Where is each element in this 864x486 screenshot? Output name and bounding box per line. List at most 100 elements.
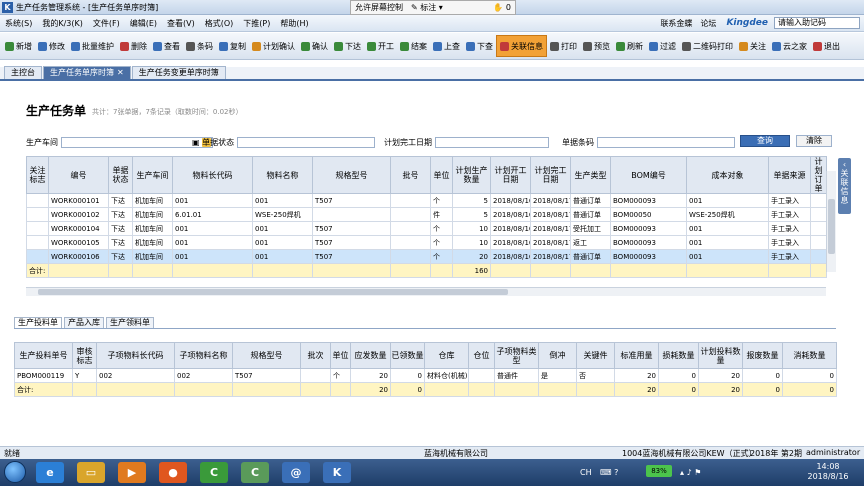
column-header[interactable]: 计划生产数量 xyxy=(452,156,491,194)
table-cell[interactable]: 下达 xyxy=(108,235,133,250)
table-cell[interactable]: 001 xyxy=(252,221,313,236)
subtab-picking-list[interactable]: 生产领料单 xyxy=(106,317,154,328)
table-cell[interactable]: 2018/08/17 xyxy=(530,249,571,264)
toolbar-follow-button[interactable]: 关注 xyxy=(736,35,769,57)
media-player-icon[interactable]: ▶ xyxy=(118,462,146,483)
table-cell[interactable]: 普通订单 xyxy=(570,249,611,264)
table-cell[interactable]: BOM00050 xyxy=(610,207,687,222)
table-cell[interactable]: 手工录入 xyxy=(768,249,811,264)
column-header[interactable]: 消耗数量 xyxy=(782,342,837,369)
column-header[interactable]: 批号 xyxy=(390,156,431,194)
table-cell[interactable]: WORK000104 xyxy=(48,221,109,236)
column-header[interactable]: 计划订单 xyxy=(810,156,827,194)
ie-icon[interactable]: e xyxy=(36,462,64,483)
column-header[interactable]: 倒冲 xyxy=(538,342,577,369)
column-header[interactable]: 损耗数量 xyxy=(658,342,699,369)
menu-help[interactable]: 帮助(H) xyxy=(275,18,313,29)
table-cell[interactable]: 手工录入 xyxy=(768,221,811,236)
table-cell[interactable]: 0 xyxy=(782,368,837,383)
system-clock[interactable]: 14:08 2018/8/16 xyxy=(800,462,856,482)
table-cell[interactable]: 2018/08/16 xyxy=(490,193,531,208)
column-header[interactable]: 关键件 xyxy=(576,342,615,369)
column-header[interactable]: 规格型号 xyxy=(232,342,301,369)
table-cell[interactable]: WSE-250焊机 xyxy=(252,207,313,222)
table-cell[interactable]: WORK000105 xyxy=(48,235,109,250)
table-cell[interactable]: 5 xyxy=(452,193,491,208)
table-cell[interactable]: 001 xyxy=(686,235,769,250)
toolbar-barcode-button[interactable]: 条码 xyxy=(183,35,216,57)
toolbar-edit-button[interactable]: 修改 xyxy=(35,35,68,57)
toolbar-cloud-button[interactable]: 云之家 xyxy=(769,35,810,57)
table-row[interactable]: WORK000101 下达 机加车间 001 001 T507 个 5 2018/08/16 20… xyxy=(26,193,827,208)
gesture-button[interactable]: ✎ 标注 ▾ xyxy=(407,2,447,13)
start-button[interactable] xyxy=(4,461,26,483)
toolbar-copy-button[interactable]: 复制 xyxy=(216,35,249,57)
toolbar-filter-button[interactable]: 过滤 xyxy=(646,35,679,57)
toolbar-up-query-button[interactable]: 上查 xyxy=(430,35,463,57)
menu-system[interactable]: 系统(S) xyxy=(0,18,37,29)
table-row[interactable]: PBOM000119 Y 002 002 T507 个 20 0 材料仓(机械) 普通件是否 20 0… xyxy=(14,368,837,383)
column-header[interactable]: 生产车间 xyxy=(132,156,173,194)
table-cell[interactable]: 否 xyxy=(576,368,615,383)
column-header[interactable]: 物料长代码 xyxy=(172,156,253,194)
table-cell[interactable]: 10 xyxy=(452,221,491,236)
table-cell[interactable] xyxy=(810,249,827,264)
column-header[interactable]: BOM编号 xyxy=(610,156,687,194)
raise-hand-button[interactable]: ✋ 0 xyxy=(493,3,515,12)
toolbar-new-button[interactable]: 新增 xyxy=(2,35,35,57)
toolbar-release-button[interactable]: 下达 xyxy=(331,35,364,57)
table-cell[interactable]: 001 xyxy=(686,193,769,208)
table-cell[interactable]: T507 xyxy=(312,193,391,208)
table-cell[interactable]: T507 xyxy=(312,249,391,264)
table-cell[interactable]: 2018/08/16 xyxy=(490,221,531,236)
table-cell[interactable] xyxy=(810,221,827,236)
table-cell[interactable]: T507 xyxy=(312,221,391,236)
toolbar-confirm-button[interactable]: 确认 xyxy=(298,35,331,57)
toolbar-view-button[interactable]: 查看 xyxy=(150,35,183,57)
mail-icon[interactable]: @ xyxy=(282,462,310,483)
table-cell[interactable]: 001 xyxy=(172,221,253,236)
table-cell[interactable]: 件 xyxy=(430,207,453,222)
table-row[interactable]: WORK000106 下达 机加车间 001 001 T507 个 20 2018/08/16 2… xyxy=(26,249,827,264)
table-cell[interactable] xyxy=(26,235,49,250)
table-cell[interactable]: 2018/08/17 xyxy=(530,221,571,236)
tab-change-order-list[interactable]: 生产任务变更单序时簿 xyxy=(131,66,226,79)
table-cell[interactable]: 20 xyxy=(452,249,491,264)
column-header[interactable]: 计划开工日期 xyxy=(490,156,531,194)
table-cell[interactable]: 返工 xyxy=(570,235,611,250)
table-cell[interactable]: 001 xyxy=(172,193,253,208)
column-header[interactable]: 关注标志 xyxy=(26,156,49,194)
table-cell[interactable] xyxy=(390,221,431,236)
table-cell[interactable]: 002 xyxy=(96,368,175,383)
battery-indicator[interactable]: 83% xyxy=(646,465,672,477)
table-cell[interactable] xyxy=(468,368,495,383)
table-cell[interactable]: 2018/08/16 xyxy=(490,235,531,250)
table-cell[interactable]: WORK000106 xyxy=(48,249,109,264)
column-header[interactable]: 仓位 xyxy=(468,342,495,369)
table-cell[interactable]: PBOM000119 xyxy=(14,368,73,383)
column-header[interactable]: 标准用量 xyxy=(614,342,659,369)
toolbar-link-info-button[interactable]: 关联信息 xyxy=(496,35,547,57)
main-table-vscroll[interactable] xyxy=(826,171,836,272)
workshop-input[interactable] xyxy=(61,136,213,148)
toolbar-print-button[interactable]: 打印 xyxy=(547,35,580,57)
column-header[interactable]: 计划投料数量 xyxy=(698,342,743,369)
table-cell[interactable]: 手工录入 xyxy=(768,207,811,222)
table-cell[interactable]: 001 xyxy=(252,249,313,264)
column-header[interactable]: 生产投料单号 xyxy=(14,342,73,369)
table-cell[interactable]: 20 xyxy=(698,368,743,383)
table-cell[interactable]: BOM000093 xyxy=(610,193,687,208)
column-header[interactable]: 报废数量 xyxy=(742,342,783,369)
table-cell[interactable]: 10 xyxy=(452,235,491,250)
table-cell[interactable] xyxy=(390,249,431,264)
column-header[interactable]: 子项物料类型 xyxy=(494,342,539,369)
column-header[interactable]: 编号 xyxy=(48,156,109,194)
table-cell[interactable]: 5 xyxy=(452,207,491,222)
subtab-material-issue[interactable]: 生产投料单 xyxy=(14,317,62,328)
table-cell[interactable]: 个 xyxy=(330,368,351,383)
plan-finish-input[interactable] xyxy=(435,136,549,148)
table-cell[interactable]: 001 xyxy=(252,193,313,208)
menu-format[interactable]: 格式(O) xyxy=(200,18,239,29)
input-language[interactable]: CH xyxy=(580,459,592,486)
column-header[interactable]: 审核标志 xyxy=(72,342,97,369)
